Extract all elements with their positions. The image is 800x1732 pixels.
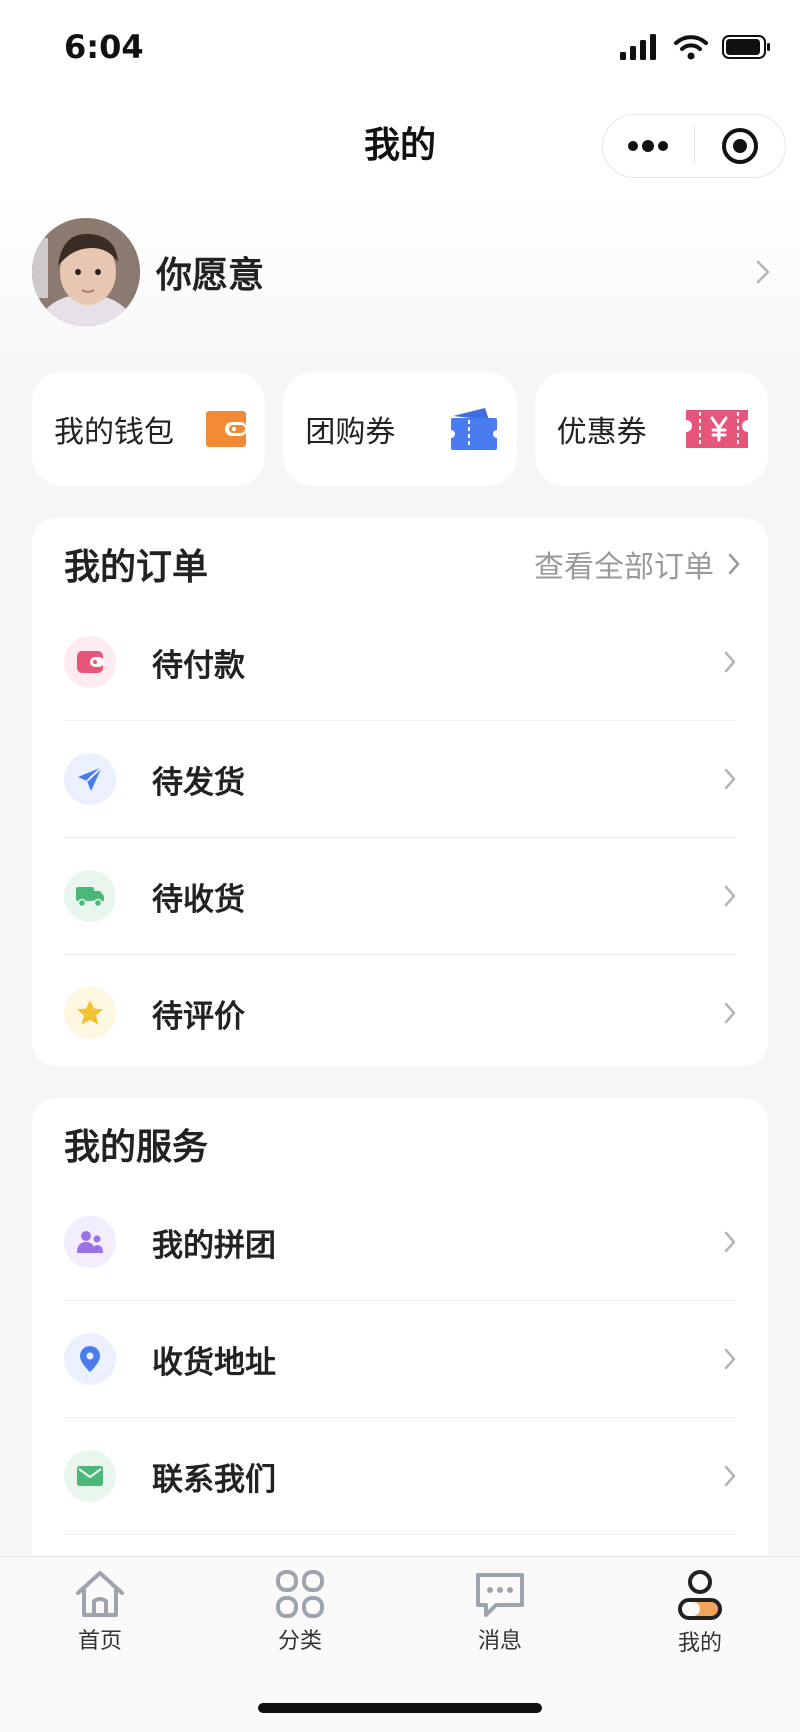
chevron-right-icon (756, 260, 770, 284)
star-icon (77, 1000, 103, 1025)
pending-shipment-icon-wrap (64, 753, 116, 805)
tab-home[interactable]: 首页 (0, 1557, 200, 1667)
quick-links: 我的钱包 团购券 优惠券 (32, 372, 768, 486)
truck-icon (76, 887, 104, 908)
mine-page: 6:04 我的 你愿意 我的钱包 团购券 优惠券 我的订单 查看全部订单 待付款… (0, 0, 800, 1732)
contact-icon-wrap (64, 1450, 116, 1502)
group-buy-icon-wrap (64, 1216, 116, 1268)
orders-title: 我的订单 (64, 547, 209, 588)
chevron-right-icon (724, 1002, 736, 1024)
close-mini-program-button[interactable] (695, 115, 786, 177)
avatar[interactable] (32, 218, 140, 326)
group-users-icon (77, 1231, 103, 1253)
wallet-icon (206, 411, 248, 447)
tab-label: 我的 (677, 1631, 722, 1656)
row-label: 待评价 (152, 998, 245, 1035)
services-title: 我的服务 (64, 1127, 209, 1168)
wifi-icon (674, 35, 708, 60)
coupon-card[interactable]: 优惠券 (534, 372, 768, 486)
pending-payment-icon-wrap (64, 636, 116, 688)
orders-section: 我的订单 查看全部订单 待付款 待发货 待收货 待评价 (32, 518, 768, 1066)
row-label: 待发货 (152, 764, 245, 801)
row-label: 待付款 (152, 647, 245, 684)
row-label: 收货地址 (152, 1344, 276, 1381)
nav-bar: 我的 (0, 96, 800, 196)
location-pin-icon (80, 1346, 100, 1372)
pending-review-icon-wrap (64, 987, 116, 1039)
chevron-right-icon (724, 885, 736, 907)
order-row-pending-review[interactable]: 待评价 (64, 955, 736, 1071)
battery-icon (722, 35, 770, 59)
row-label: 待收货 (152, 881, 245, 918)
order-row-pending-receipt[interactable]: 待收货 (64, 838, 736, 955)
chevron-right-icon (728, 553, 740, 575)
ticket-icon (448, 408, 499, 450)
more-dots-icon (628, 140, 669, 152)
username: 你愿意 (156, 255, 265, 296)
status-bar: 6:04 (0, 0, 800, 96)
tab-label: 分类 (277, 1629, 322, 1654)
group-buy-label: 团购券 (305, 415, 396, 450)
order-row-pending-shipment[interactable]: 待发货 (64, 721, 736, 838)
tab-label: 消息 (477, 1629, 522, 1654)
service-row-contact[interactable]: 联系我们 (64, 1418, 736, 1535)
home-icon (76, 1571, 124, 1617)
tab-bar: 首页 分类 消息 我的 (0, 1556, 800, 1732)
wallet-icon (77, 651, 104, 673)
coupon-yen-icon (685, 410, 748, 448)
tab-label: 首页 (77, 1629, 122, 1654)
chevron-right-icon (724, 1348, 736, 1370)
view-all-label: 查看全部订单 (534, 550, 714, 585)
address-icon-wrap (64, 1333, 116, 1385)
chevron-right-icon (724, 768, 736, 790)
envelope-icon (77, 1466, 103, 1486)
tab-messages[interactable]: 消息 (400, 1557, 600, 1667)
chat-icon (476, 1573, 524, 1617)
row-label: 我的拼团 (152, 1227, 276, 1264)
target-circle-icon (721, 128, 758, 164)
more-button[interactable] (603, 115, 694, 177)
wallet-card[interactable]: 我的钱包 (32, 372, 266, 486)
home-indicator (258, 1703, 542, 1713)
user-icon (678, 1570, 722, 1620)
tab-category[interactable]: 分类 (200, 1557, 400, 1667)
group-buy-card[interactable]: 团购券 (283, 372, 517, 486)
chevron-right-icon (724, 651, 736, 673)
grid-icon (276, 1570, 324, 1618)
profile-header[interactable]: 你愿意 (0, 196, 800, 352)
services-header: 我的服务 (32, 1098, 768, 1184)
chevron-right-icon (724, 1231, 736, 1253)
view-all-orders-link[interactable]: 查看全部订单 (534, 542, 740, 586)
order-row-pending-payment[interactable]: 待付款 (64, 604, 736, 721)
status-time: 6:04 (64, 28, 144, 66)
paper-plane-icon (78, 766, 103, 791)
row-label: 联系我们 (152, 1461, 276, 1498)
tab-mine[interactable]: 我的 (600, 1557, 800, 1667)
wallet-label: 我的钱包 (54, 415, 174, 450)
signal-icon (620, 34, 656, 60)
chevron-right-icon (724, 1465, 736, 1487)
service-row-address[interactable]: 收货地址 (64, 1301, 736, 1418)
mini-program-capsule (602, 114, 786, 178)
service-row-group-buy[interactable]: 我的拼团 (64, 1184, 736, 1301)
tab-list: 首页 分类 消息 我的 (0, 1557, 800, 1667)
coupon-label: 优惠券 (556, 415, 647, 450)
avatar-photo (32, 218, 140, 326)
pending-receipt-icon-wrap (64, 870, 116, 922)
status-icons (620, 34, 772, 60)
orders-header: 我的订单 查看全部订单 (32, 518, 768, 604)
